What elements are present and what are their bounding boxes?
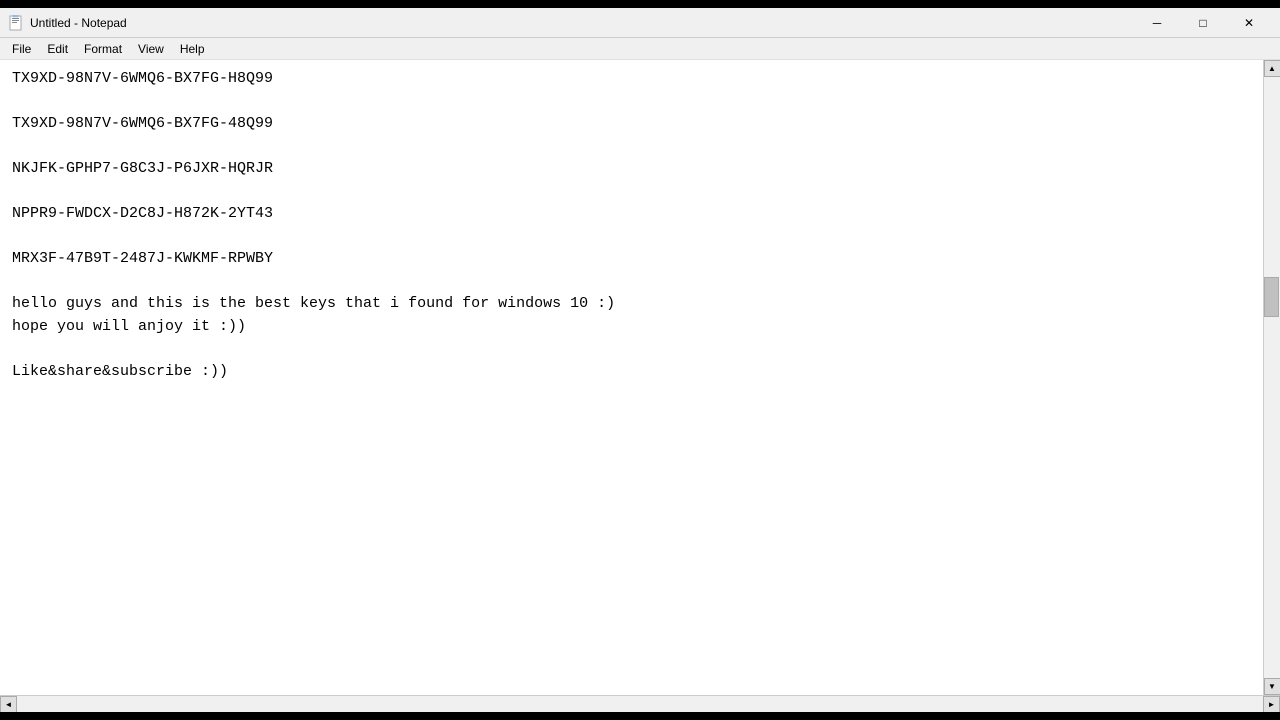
black-bar-top (0, 0, 1280, 8)
menu-file[interactable]: File (4, 40, 39, 58)
menu-format[interactable]: Format (76, 40, 130, 58)
scroll-left-button[interactable]: ◄ (0, 696, 17, 713)
minimize-button[interactable]: ─ (1134, 8, 1180, 38)
window-title: Untitled - Notepad (30, 16, 1134, 30)
editor-container: TX9XD-98N7V-6WMQ6-BX7FG-H8Q99 TX9XD-98N7… (0, 60, 1280, 695)
scroll-thumb[interactable] (1264, 277, 1279, 317)
scroll-up-button[interactable]: ▲ (1264, 60, 1280, 77)
horizontal-scrollbar[interactable]: ◄ ► (0, 695, 1280, 712)
menu-view[interactable]: View (130, 40, 172, 58)
scroll-down-button[interactable]: ▼ (1264, 678, 1280, 695)
notepad-window: Untitled - Notepad ─ □ ✕ File Edit Forma… (0, 0, 1280, 720)
window-controls: ─ □ ✕ (1134, 8, 1272, 38)
maximize-button[interactable]: □ (1180, 8, 1226, 38)
close-button[interactable]: ✕ (1226, 8, 1272, 38)
bottom-bars: ◄ ► (0, 695, 1280, 712)
notepad-icon (8, 15, 24, 31)
editor-text-area[interactable]: TX9XD-98N7V-6WMQ6-BX7FG-H8Q99 TX9XD-98N7… (0, 60, 1263, 695)
black-bar-bottom (0, 712, 1280, 720)
vertical-scrollbar[interactable]: ▲ ▼ (1263, 60, 1280, 695)
scroll-right-button[interactable]: ► (1263, 696, 1280, 713)
title-bar: Untitled - Notepad ─ □ ✕ (0, 8, 1280, 38)
menu-help[interactable]: Help (172, 40, 213, 58)
menu-bar: File Edit Format View Help (0, 38, 1280, 60)
scroll-track[interactable] (1264, 77, 1280, 678)
menu-edit[interactable]: Edit (39, 40, 76, 58)
